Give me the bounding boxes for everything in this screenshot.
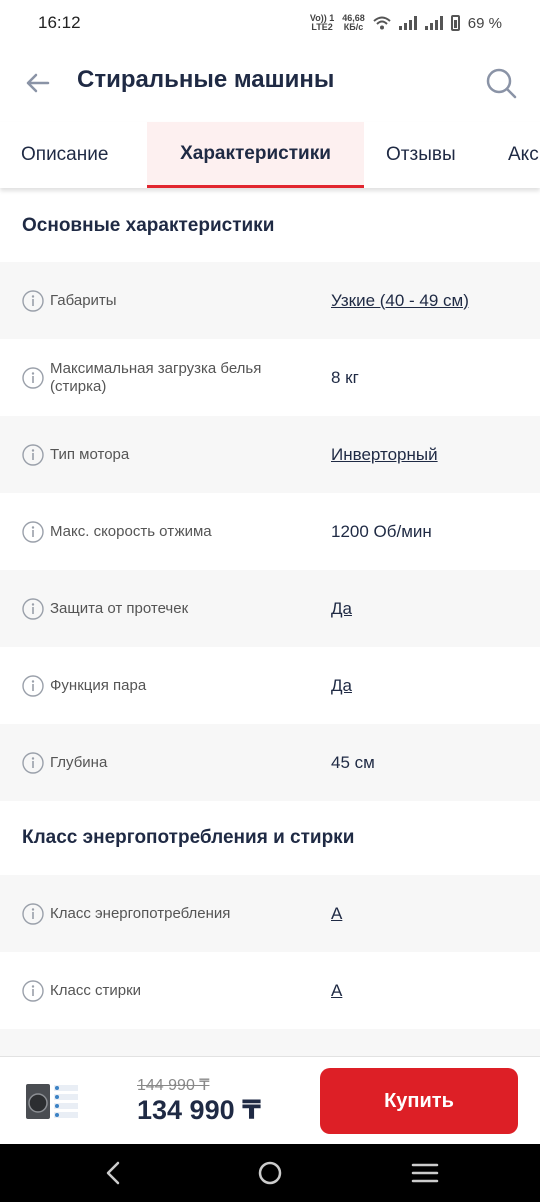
- signal-icon-1: [398, 16, 417, 30]
- spec-value-link[interactable]: Инверторный: [331, 445, 438, 465]
- spec-value: 45 см: [331, 752, 375, 772]
- spec-label: Функция пара: [50, 676, 147, 694]
- purchase-bar: 144 990 ₸ 134 990 ₸ Купить: [0, 1056, 540, 1144]
- search-icon[interactable]: [484, 66, 518, 100]
- spec-row: Тип мотора Инверторный: [0, 416, 540, 493]
- current-price: 134 990 ₸: [137, 1095, 261, 1125]
- spec-value-link[interactable]: Да: [331, 676, 352, 696]
- network-speed: 46,68 КБ/с: [342, 14, 365, 32]
- section-title: Основные характеристики: [22, 215, 275, 236]
- spec-value-link[interactable]: A: [331, 904, 342, 924]
- nav-menu-icon[interactable]: [411, 1159, 439, 1187]
- info-icon[interactable]: [22, 443, 44, 466]
- info-icon[interactable]: [22, 289, 44, 312]
- product-thumbnail[interactable]: [24, 1081, 82, 1123]
- tab-specifications[interactable]: Характеристики: [147, 122, 364, 188]
- spec-label: Габариты: [50, 291, 117, 309]
- spec-value-link[interactable]: Узкие (40 - 49 см): [331, 291, 469, 311]
- system-nav-bar: [0, 1144, 540, 1202]
- spec-row: Функция пара Да: [0, 647, 540, 724]
- spec-row: Глубина 45 см: [0, 724, 540, 801]
- spec-label: Максимальная загрузка белья (стирка): [50, 359, 262, 395]
- signal-icon-2: [424, 16, 443, 30]
- spec-label: Глубина: [50, 753, 108, 771]
- spec-value-link[interactable]: A: [331, 981, 342, 1001]
- old-price: 144 990 ₸: [137, 1077, 210, 1094]
- info-icon[interactable]: [22, 674, 44, 697]
- specs-content[interactable]: Основные характеристики Габариты Узкие (…: [0, 190, 540, 1056]
- page-title: Стиральные машины: [77, 66, 335, 93]
- spec-row: Макс. скорость отжима 1200 Об/мин: [0, 493, 540, 570]
- status-bar: 16:12 Vo)) 1 LTE2 46,68 КБ/с 69 %: [0, 0, 540, 46]
- status-icons: Vo)) 1 LTE2 46,68 КБ/с 69 %: [310, 14, 502, 32]
- network-type-bottom: LTE2: [311, 22, 333, 32]
- spec-value: 8 кг: [331, 367, 359, 387]
- spec-label: Макс. скорость отжима: [50, 522, 212, 540]
- info-icon[interactable]: [22, 902, 44, 925]
- section-title: Класс энергопотребления и стирки: [22, 827, 355, 848]
- battery-icon: [450, 15, 460, 31]
- spec-row: Максимальная загрузка белья (стирка) 8 к…: [0, 339, 540, 416]
- buy-button[interactable]: Купить: [320, 1068, 518, 1134]
- spec-label: Класс энергопотребления: [50, 904, 231, 922]
- spec-value-link[interactable]: Да: [331, 599, 352, 619]
- spec-row-partial: [0, 1029, 540, 1056]
- tab-description[interactable]: Описание: [21, 122, 108, 188]
- spec-row: Защита от протечек Да: [0, 570, 540, 647]
- nav-home-icon[interactable]: [256, 1159, 284, 1187]
- tab-bar: Описание Характеристики Отзывы Акс: [0, 122, 540, 188]
- nav-back-icon[interactable]: [100, 1159, 128, 1187]
- arrow-left-icon[interactable]: [22, 68, 52, 98]
- network-speed-unit: КБ/с: [343, 22, 364, 32]
- spec-label: Тип мотора: [50, 445, 130, 463]
- info-icon[interactable]: [22, 751, 44, 774]
- wifi-icon: [373, 16, 391, 30]
- info-icon[interactable]: [22, 366, 44, 389]
- spec-label: Класс стирки: [50, 981, 142, 999]
- spec-value: 1200 Об/мин: [331, 521, 432, 541]
- info-icon[interactable]: [22, 979, 44, 1002]
- spec-row: Габариты Узкие (40 - 49 см): [0, 262, 540, 339]
- info-icon[interactable]: [22, 597, 44, 620]
- battery-level: 69 %: [467, 14, 502, 32]
- status-time: 16:12: [38, 13, 81, 32]
- app-bar: Стиральные машины: [0, 46, 540, 118]
- spec-label: Защита от протечек: [50, 599, 189, 617]
- tab-accessories[interactable]: Акс: [508, 122, 539, 188]
- network-type: Vo)) 1 LTE2: [310, 14, 334, 32]
- info-icon[interactable]: [22, 520, 44, 543]
- spec-row: Класс энергопотребления A: [0, 875, 540, 952]
- tab-reviews[interactable]: Отзывы: [386, 122, 456, 188]
- spec-row: Класс стирки A: [0, 952, 540, 1029]
